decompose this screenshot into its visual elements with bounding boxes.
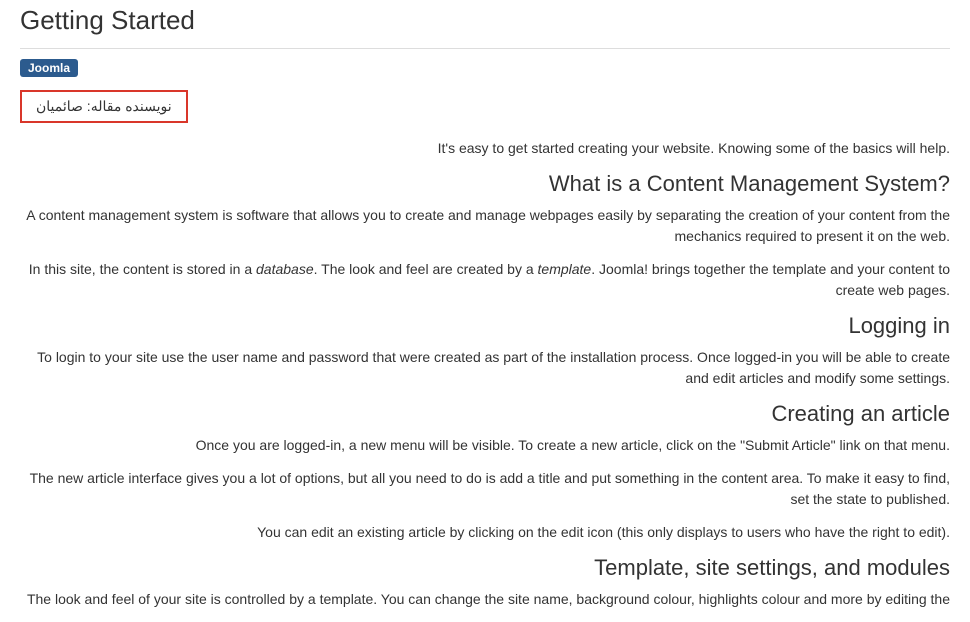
article-paragraph-2: The new article interface gives you a lo…	[20, 468, 950, 510]
template-paragraph-1: The look and feel of your site is contro…	[20, 589, 950, 610]
login-paragraph-1: To login to your site use the user name …	[20, 347, 950, 389]
divider	[20, 48, 950, 49]
heading-cms: What is a Content Management System?	[20, 171, 950, 197]
author-box: نویسنده مقاله: صائمیان	[20, 90, 188, 123]
intro-paragraph: It's easy to get started creating your w…	[20, 138, 950, 159]
cms-paragraph-1: A content management system is software …	[20, 205, 950, 247]
cms-paragraph-2: In this site, the content is stored in a…	[20, 259, 950, 301]
category-badge[interactable]: Joomla	[20, 59, 78, 77]
article-paragraph-3: You can edit an existing article by clic…	[20, 522, 950, 543]
heading-template: Template, site settings, and modules	[20, 555, 950, 581]
heading-article: Creating an article	[20, 401, 950, 427]
article-paragraph-1: Once you are logged-in, a new menu will …	[20, 435, 950, 456]
page-title: Getting Started	[20, 0, 950, 48]
article-content: It's easy to get started creating your w…	[20, 138, 950, 610]
heading-login: Logging in	[20, 313, 950, 339]
